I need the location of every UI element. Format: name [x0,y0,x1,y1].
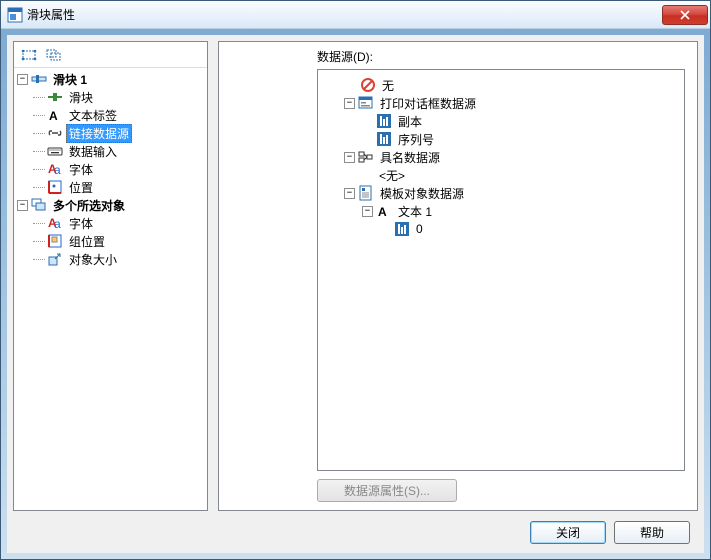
tree-item-font[interactable]: Aa字体 [30,160,207,178]
tree-label: 多个所选对象 [50,196,128,215]
datasource-props-button: 数据源属性(S)... [317,479,457,502]
close-button[interactable] [662,5,708,25]
dialog-icon [358,95,374,111]
collapse-icon[interactable]: − [362,206,373,217]
window: 滑块属性 [0,0,711,560]
text-a-icon: A [47,107,63,123]
size-icon [47,251,63,267]
none-icon [360,77,376,93]
tree-group-slider1[interactable]: − 滑块 1 [14,70,207,88]
multisel-icon [31,197,47,213]
tree-item-data-input[interactable]: 数据输入 [30,142,207,160]
tree-label: 位置 [66,178,96,197]
tree-item-link-datasource[interactable]: 链接数据源 [30,124,207,142]
ds-label: 0 [413,221,426,237]
tree-item-font2[interactable]: Aa字体 [30,214,207,232]
ds-label: 具名数据源 [377,148,443,167]
app-icon [7,7,23,23]
ds-label: 副本 [395,112,425,131]
tree-label: 字体 [66,160,96,179]
select-single-icon[interactable] [18,45,40,65]
ds-group-printdlg[interactable]: − 打印对话框数据源 [320,94,682,112]
tree-label: 数据输入 [66,142,120,161]
data-icon [376,113,392,129]
close-dialog-button[interactable]: 关闭 [530,521,606,544]
ds-label: <无> [376,166,408,185]
nav-tree[interactable]: − 滑块 1 滑块 A文本标签 链接数据源 数据输入 Aa字体 位置 [14,68,207,510]
datasource-label: 数据源(D): [227,48,689,65]
svg-text:a: a [54,163,61,177]
text-a-icon: A [376,203,392,219]
tree-group-multisel[interactable]: − 多个所选对象 [14,196,207,214]
prop-button-row: 数据源属性(S)... [317,479,685,502]
group-pos-icon [47,233,63,249]
ds-item-none[interactable]: 无 [320,76,682,94]
ds-item-serial[interactable]: 序列号 [320,130,682,148]
collapse-icon[interactable]: − [344,152,355,163]
tree-label: 链接数据源 [66,124,132,143]
tree-item-position[interactable]: 位置 [30,178,207,196]
collapse-icon[interactable]: − [17,200,28,211]
left-panel: − 滑块 1 滑块 A文本标签 链接数据源 数据输入 Aa字体 位置 [13,41,208,511]
tree-label: 滑块 [66,88,96,107]
help-button[interactable]: 帮助 [614,521,690,544]
slider-icon [47,89,63,105]
tree-item-textlabel[interactable]: A 文本标签 [30,106,207,124]
ds-label: 文本 1 [395,202,435,221]
tree-label: 字体 [66,214,96,233]
tree-label: 文本标签 [66,106,120,125]
font-icon: Aa [47,161,63,177]
client-area: − 滑块 1 滑块 A文本标签 链接数据源 数据输入 Aa字体 位置 [7,35,704,553]
tree-label: 组位置 [66,232,108,251]
ds-group-named[interactable]: − 具名数据源 [320,148,682,166]
footer: 关闭 帮助 [7,511,704,553]
tree-label: 滑块 1 [50,70,90,89]
position-icon [47,179,63,195]
svg-text:A: A [49,109,58,123]
ds-label: 模板对象数据源 [377,184,467,203]
svg-text:a: a [54,217,61,231]
template-icon [358,185,374,201]
collapse-icon[interactable]: − [17,74,28,85]
ds-label: 无 [379,76,397,95]
slider1-icon [31,71,47,87]
svg-text:A: A [378,205,387,219]
left-toolbar [14,42,207,68]
named-ds-icon [358,149,374,165]
tree-label: 对象大小 [66,250,120,269]
link-icon [47,125,63,141]
font-icon: Aa [47,215,63,231]
tree-item-slider[interactable]: 滑块 [30,88,207,106]
tree-item-group-pos[interactable]: 组位置 [30,232,207,250]
ds-label: 序列号 [395,130,437,149]
tree-item-obj-size[interactable]: 对象大小 [30,250,207,268]
data-icon [394,221,410,237]
titlebar: 滑块属性 [1,1,710,29]
right-panel: 数据源(D): 无 − 打印对话框数据源 副本 序列号 [218,41,698,511]
select-multi-icon[interactable] [43,45,65,65]
ds-item-text1[interactable]: −A 文本 1 [320,202,682,220]
collapse-icon[interactable]: − [344,188,355,199]
ds-item-none-sub[interactable]: <无> [320,166,682,184]
collapse-icon[interactable]: − [344,98,355,109]
keyboard-icon [47,143,63,159]
ds-group-template[interactable]: − 模板对象数据源 [320,184,682,202]
body-row: − 滑块 1 滑块 A文本标签 链接数据源 数据输入 Aa字体 位置 [7,35,704,511]
window-title: 滑块属性 [27,6,662,23]
ds-label: 打印对话框数据源 [377,94,479,113]
ds-item-copy[interactable]: 副本 [320,112,682,130]
ds-item-text1-0[interactable]: 0 [320,220,682,238]
datasource-tree[interactable]: 无 − 打印对话框数据源 副本 序列号 − 具名数据源 [317,69,685,471]
data-icon [376,131,392,147]
